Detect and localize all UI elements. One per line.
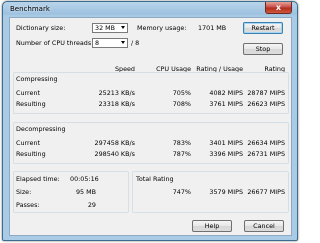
total-rating-usage-value: 3579 MIPS (209, 188, 243, 196)
compressing-title: Compressing (16, 75, 58, 83)
elapsed-time-label: Elapsed time: (16, 175, 60, 183)
rating-usage-value: 3396 MIPS (209, 150, 243, 158)
speed-value: 298540 KB/s (94, 150, 136, 158)
rating-usage-value: 4082 MIPS (209, 89, 243, 97)
help-button[interactable]: Help (192, 220, 232, 232)
chevron-down-icon (121, 41, 125, 44)
stop-button[interactable]: Stop (243, 43, 283, 55)
memory-usage-value: 1701 MB (198, 24, 227, 32)
total-cpu-usage-value: 747% (172, 188, 191, 196)
cpu-threads-value: 8 (95, 39, 100, 47)
speed-value: 23318 KB/s (98, 100, 135, 108)
row-label: Resulting (16, 150, 46, 158)
elapsed-time-value: 00:05:16 (70, 175, 99, 183)
cpu-usage-value: 708% (172, 100, 191, 108)
restart-button[interactable]: Restart (243, 22, 283, 34)
passes-label: Passes: (16, 201, 40, 209)
total-rating-label: Total Rating (136, 175, 174, 183)
client-area: Dictionary size: 32 MB Memory usage: 170… (9, 17, 292, 236)
chevron-down-icon (121, 26, 125, 29)
size-label: Size: (16, 188, 32, 196)
total-rating-value: 26677 MIPS (247, 188, 285, 196)
dictionary-size-label: Dictionary size: (16, 24, 66, 32)
rating-value: 26623 MIPS (247, 100, 285, 108)
benchmark-window: Benchmark x Dictionary size: 32 MB Memor… (2, 1, 298, 241)
cpu-threads-total: / 8 (131, 39, 140, 47)
window-title: Benchmark (10, 5, 50, 13)
decompressing-title: Decompressing (16, 125, 66, 133)
cpu-usage-value: 783% (172, 139, 191, 147)
dictionary-size-value: 32 MB (95, 24, 116, 32)
cpu-threads-select[interactable]: 8 (92, 38, 128, 48)
row-label: Current (16, 89, 41, 97)
rating-value: 28787 MIPS (247, 89, 285, 97)
cpu-usage-value: 705% (172, 89, 191, 97)
cpu-usage-value: 787% (172, 150, 191, 158)
rating-value: 26634 MIPS (247, 139, 285, 147)
title-bar[interactable]: Benchmark x (3, 2, 297, 17)
close-button[interactable]: x (265, 2, 292, 14)
rating-usage-value: 3401 MIPS (209, 139, 243, 147)
rating-value: 26731 MIPS (247, 150, 285, 158)
memory-usage-label: Memory usage: (137, 24, 187, 32)
speed-value: 297458 KB/s (94, 139, 136, 147)
row-label: Current (16, 139, 41, 147)
dictionary-size-select[interactable]: 32 MB (92, 23, 128, 33)
speed-value: 25213 KB/s (98, 89, 135, 97)
passes-value: 29 (87, 201, 96, 209)
rating-usage-value: 3761 MIPS (209, 100, 243, 108)
size-value: 95 MB (75, 188, 96, 196)
cancel-button[interactable]: Cancel (244, 220, 284, 232)
cpu-threads-label: Number of CPU threads: (16, 39, 94, 47)
row-label: Resulting (16, 100, 46, 108)
